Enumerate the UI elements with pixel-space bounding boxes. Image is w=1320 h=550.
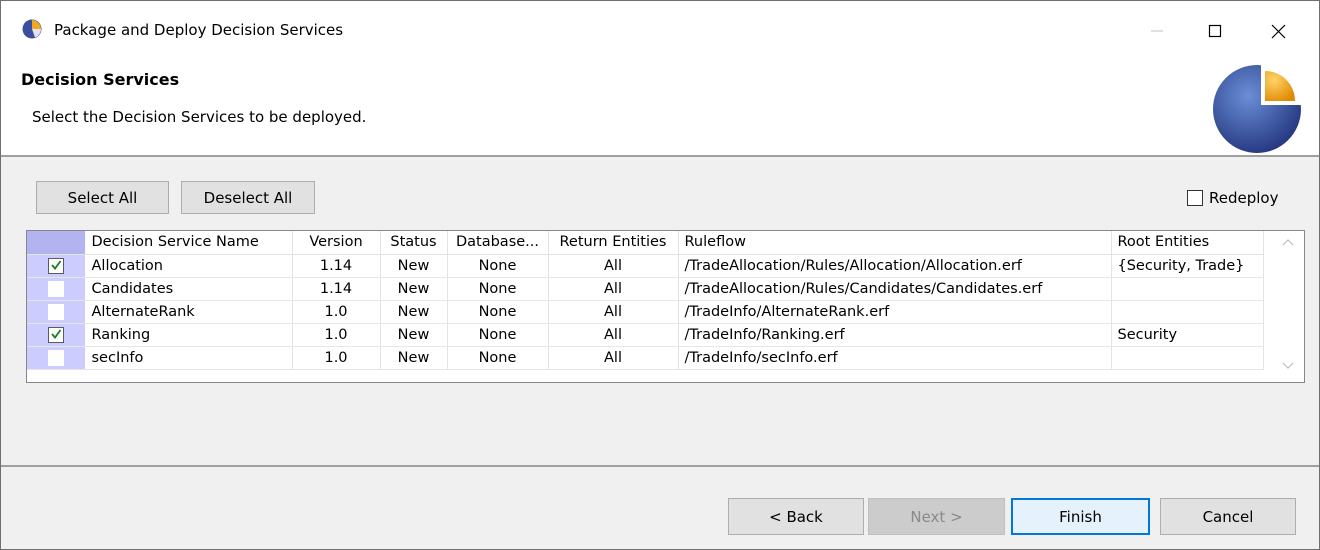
back-button[interactable]: < Back <box>728 498 864 535</box>
row-checkbox-checked[interactable] <box>47 326 64 343</box>
column-header-version[interactable]: Version <box>292 231 381 255</box>
row-select-cell[interactable] <box>27 323 86 347</box>
row-select-cell[interactable] <box>27 300 86 324</box>
page-description: Select the Decision Services to be deplo… <box>32 108 367 126</box>
finish-button[interactable]: Finish <box>1011 498 1150 535</box>
cell-name: secInfo <box>85 346 293 370</box>
cell-ruleflow: /TradeAllocation/Rules/Allocation/Alloca… <box>678 254 1112 278</box>
cell-database: None <box>447 346 549 370</box>
cell-name: Allocation <box>85 254 293 278</box>
wizard-logo-icon <box>1213 63 1303 153</box>
scroll-down-icon[interactable] <box>1281 361 1295 371</box>
maximize-icon[interactable] <box>1192 13 1238 49</box>
page-title: Decision Services <box>21 70 180 89</box>
cell-ruleflow: /TradeAllocation/Rules/Candidates/Candid… <box>678 277 1112 301</box>
cell-ruleflow: /TradeInfo/Ranking.erf <box>678 323 1112 347</box>
table-row[interactable]: secInfo 1.0 New None All /TradeInfo/secI… <box>27 346 1264 370</box>
column-header-root-entities[interactable]: Root Entities <box>1111 231 1264 255</box>
checkmark-icon <box>51 259 61 270</box>
cell-root-entities: {Security, Trade} <box>1111 254 1264 278</box>
dialog-window: Package and Deploy Decision Services Dec… <box>0 0 1320 550</box>
cell-database: None <box>447 323 549 347</box>
cell-database: None <box>447 277 549 301</box>
next-button[interactable]: Next > <box>868 498 1005 535</box>
row-checkbox-unchecked[interactable] <box>47 349 64 366</box>
select-column-header <box>27 231 86 255</box>
table-row[interactable]: Allocation 1.14 New None All /TradeAlloc… <box>27 254 1264 278</box>
cell-status: New <box>380 277 448 301</box>
cell-version: 1.14 <box>292 254 381 278</box>
checkmark-icon <box>51 328 61 339</box>
select-all-button[interactable]: Select All <box>36 181 169 214</box>
table-row[interactable]: Candidates 1.14 New None All /TradeAlloc… <box>27 277 1264 301</box>
row-checkbox-unchecked[interactable] <box>47 303 64 320</box>
wizard-footer: < Back Next > Finish Cancel <box>1 467 1319 549</box>
redeploy-checkbox[interactable] <box>1187 190 1203 206</box>
cell-return-entities: All <box>548 346 679 370</box>
app-logo-icon <box>22 19 42 39</box>
cell-return-entities: All <box>548 277 679 301</box>
cell-status: New <box>380 300 448 324</box>
column-header-return-entities[interactable]: Return Entities <box>548 231 679 255</box>
cell-return-entities: All <box>548 254 679 278</box>
table-row[interactable]: AlternateRank 1.0 New None All /TradeInf… <box>27 300 1264 324</box>
content-area: Select All Deselect All Redeploy Decisio… <box>1 157 1319 465</box>
minimize-icon[interactable] <box>1134 13 1180 49</box>
cell-ruleflow: /TradeInfo/secInfo.erf <box>678 346 1112 370</box>
cancel-button[interactable]: Cancel <box>1160 498 1296 535</box>
cell-root-entities <box>1111 277 1264 301</box>
cell-version: 1.0 <box>292 323 381 347</box>
cell-database: None <box>447 254 549 278</box>
cell-status: New <box>380 254 448 278</box>
cell-root-entities <box>1111 346 1264 370</box>
column-header-name[interactable]: Decision Service Name <box>85 231 293 255</box>
table-header-row: Decision Service Name Version Status Dat… <box>27 231 1264 255</box>
table-row[interactable]: Ranking 1.0 New None All /TradeInfo/Rank… <box>27 323 1264 347</box>
cell-version: 1.0 <box>292 300 381 324</box>
row-select-cell[interactable] <box>27 346 86 370</box>
cell-ruleflow: /TradeInfo/AlternateRank.erf <box>678 300 1112 324</box>
cell-return-entities: All <box>548 300 679 324</box>
cell-version: 1.0 <box>292 346 381 370</box>
row-select-cell[interactable] <box>27 254 86 278</box>
close-icon[interactable] <box>1255 13 1301 49</box>
row-select-cell[interactable] <box>27 277 86 301</box>
cell-status: New <box>380 346 448 370</box>
column-header-ruleflow[interactable]: Ruleflow <box>678 231 1112 255</box>
cell-return-entities: All <box>548 323 679 347</box>
redeploy-option[interactable]: Redeploy <box>1187 188 1278 208</box>
wizard-header: Decision Services Select the Decision Se… <box>1 53 1319 155</box>
cell-database: None <box>447 300 549 324</box>
cell-version: 1.14 <box>292 277 381 301</box>
column-header-database[interactable]: Database... <box>447 231 549 255</box>
cell-name: Ranking <box>85 323 293 347</box>
cell-root-entities <box>1111 300 1264 324</box>
redeploy-label: Redeploy <box>1209 189 1279 207</box>
window-title: Package and Deploy Decision Services <box>54 21 344 39</box>
column-header-status[interactable]: Status <box>380 231 448 255</box>
deselect-all-button[interactable]: Deselect All <box>181 181 315 214</box>
cell-name: Candidates <box>85 277 293 301</box>
scroll-up-icon[interactable] <box>1281 237 1295 247</box>
cell-root-entities: Security <box>1111 323 1264 347</box>
row-checkbox-checked[interactable] <box>47 257 64 274</box>
cell-name: AlternateRank <box>85 300 293 324</box>
decision-services-table[interactable]: Decision Service Name Version Status Dat… <box>26 230 1305 383</box>
cell-status: New <box>380 323 448 347</box>
title-bar[interactable]: Package and Deploy Decision Services <box>1 1 1319 53</box>
row-checkbox-unchecked[interactable] <box>47 280 64 297</box>
